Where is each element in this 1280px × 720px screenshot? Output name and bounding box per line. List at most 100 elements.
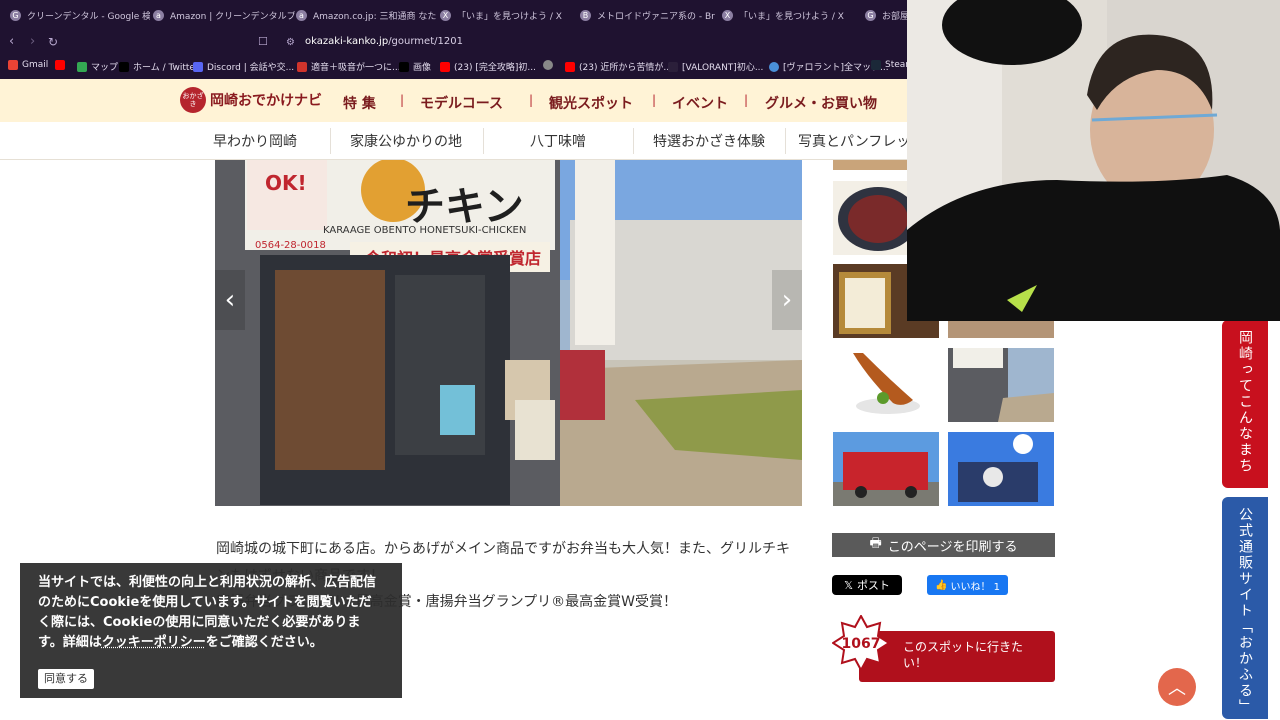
tab-label: クリーンデンタル - Google 検索	[27, 11, 150, 22]
chevron-up-icon: ︿	[1168, 678, 1186, 699]
bookmark-youtube-2[interactable]: (23) [完全攻略]初...	[440, 60, 536, 73]
subnav-separator	[785, 128, 786, 154]
thumbnail-shopfront	[948, 348, 1054, 422]
bookmark-maps[interactable]: マップ	[77, 60, 118, 73]
x-icon	[399, 61, 409, 72]
site-icon	[297, 61, 307, 72]
subnav-separator	[633, 128, 634, 154]
x-post-label: ポスト	[856, 579, 890, 592]
browser-tab[interactable]: X 「いま」を見つけよう / X	[440, 5, 575, 25]
url-path: /gourmet/1201	[388, 36, 463, 47]
browser-tab[interactable]: G クリーンデンタル - Google 検索	[10, 5, 150, 25]
side-tab-label: 岡崎ってこんなまち	[1237, 330, 1253, 474]
side-tab-about-okazaki[interactable]: 岡崎ってこんなまち	[1222, 320, 1268, 488]
thumbnail-food-truck	[833, 432, 939, 506]
back-icon[interactable]: ‹	[9, 34, 14, 50]
subnav-photos[interactable]: 写真とパンフレッ	[798, 131, 910, 151]
bookmark-images[interactable]: 画像	[399, 60, 431, 73]
thumbnail[interactable]	[948, 348, 1054, 422]
discord-icon	[193, 61, 203, 72]
shop-photo-image: OK! チキン KARAAGE OBENTO HONETSUKI-CHICKEN…	[215, 160, 802, 506]
bookmark-globe[interactable]	[543, 60, 557, 70]
bookmark-label: 画像	[413, 63, 432, 73]
thumbnail[interactable]	[833, 348, 939, 422]
gmail-icon	[8, 60, 18, 70]
browser-tab[interactable]: B メトロイドヴァニア系の - Brave Sea	[580, 5, 715, 25]
gnav-separator: |	[400, 93, 405, 107]
webcam-overlay	[907, 0, 1280, 321]
thumbnail[interactable]	[948, 321, 1054, 338]
gnav-model-course[interactable]: モデルコース	[420, 93, 503, 113]
site-logo[interactable]: おかざき 岡崎おでかけナビ	[180, 87, 322, 113]
cookie-policy-link[interactable]: クッキーポリシー	[102, 635, 206, 650]
tab-label: Amazon.co.jp: 三和通商 なた豆	[313, 11, 436, 22]
bookmark-label: (23) 近所から苦情が...	[579, 63, 672, 73]
side-tab-label: 公式通販サイト「おかふる」	[1237, 507, 1253, 715]
tab-label: 「いま」を見つけよう / X	[457, 11, 562, 22]
bookmark-youtube[interactable]	[55, 60, 69, 70]
bookmark-twitter[interactable]: ホーム / Twitter	[119, 60, 199, 73]
subnav-separator	[483, 128, 484, 154]
photo-sign-ok: OK!	[265, 171, 307, 195]
x-icon: X	[440, 9, 451, 21]
bookmark-discord[interactable]: Discord | 会話や交...	[193, 60, 294, 73]
forward-icon[interactable]: ›	[30, 34, 35, 50]
thumbnail-chicken	[833, 348, 939, 422]
browser-tab[interactable]: a Amazon | クリーンデンタルプレミア	[153, 5, 295, 25]
bookmark-icon[interactable]: ☐	[258, 34, 268, 50]
webcam-person-image	[907, 0, 1280, 321]
facebook-like-button[interactable]: 👍 いいね！ 1	[927, 575, 1008, 595]
print-button[interactable]: 🖶 このページを印刷する	[832, 533, 1055, 557]
photo-next-button[interactable]: ›	[772, 270, 802, 330]
subnav-hatcho-miso[interactable]: 八丁味噌	[530, 131, 586, 151]
reload-icon[interactable]: ↻	[48, 34, 58, 50]
shop-photo: OK! チキン KARAAGE OBENTO HONETSUKI-CHICKEN…	[215, 160, 802, 506]
x-icon: X	[722, 9, 733, 21]
tab-label: メトロイドヴァニア系の - Brave Sea	[597, 11, 715, 22]
gnav-features[interactable]: 特 集	[343, 93, 376, 113]
subnav-ieyasu[interactable]: 家康公ゆかりの地	[350, 131, 462, 151]
bookmark-valorant[interactable]: [VALORANT]初心...	[668, 60, 763, 73]
globe-icon	[543, 60, 553, 70]
thumbnail[interactable]	[948, 432, 1054, 506]
thumbs-up-icon: 👍	[935, 579, 948, 591]
url-field[interactable]: okazaki-kanko.jp/gourmet/1201	[305, 36, 463, 47]
gnav-events[interactable]: イベント	[672, 93, 728, 113]
amazon-icon: a	[296, 9, 307, 21]
shop-description-line: 岡崎城の城下町にある店。からあげがメイン商品ですがお弁当も大人気！また、グリルチ…	[216, 541, 790, 557]
thumbnail[interactable]	[833, 432, 939, 506]
bookmark-youtube-3[interactable]: (23) 近所から苦情が...	[565, 60, 672, 73]
site-info-icon[interactable]: ⚙	[286, 35, 295, 51]
browser-tab[interactable]: G お部屋	[865, 5, 910, 25]
bookmark-sound[interactable]: 適音＋吸音が一つに...	[297, 60, 401, 73]
photo-banner-text: KARAAGE OBENTO HONETSUKI-CHICKEN	[323, 225, 526, 236]
steam-icon	[871, 60, 881, 70]
bookmark-label: 適音＋吸音が一つに...	[311, 63, 401, 73]
tab-label: 「いま」を見つけよう / X	[739, 11, 844, 22]
cookie-agree-button[interactable]: 同意する	[38, 669, 94, 689]
bookmark-label: [VALORANT]初心...	[682, 63, 764, 73]
browser-tab[interactable]: X 「いま」を見つけよう / X	[722, 5, 857, 25]
gnav-separator: |	[744, 93, 749, 107]
bookmark-label: (23) [完全攻略]初...	[454, 63, 536, 73]
side-tab-official-shop[interactable]: 公式通販サイト「おかふる」	[1222, 497, 1268, 719]
gnav-separator: |	[529, 93, 534, 107]
print-label: このページを印刷する	[887, 539, 1018, 555]
site-icon	[668, 61, 678, 72]
cookie-text-end: をご確認ください。	[205, 635, 323, 650]
scroll-to-top-button[interactable]: ︿	[1158, 668, 1196, 706]
logo-text: 岡崎おでかけナビ	[210, 93, 322, 109]
subnav-experiences[interactable]: 特選おかざき体験	[653, 131, 765, 151]
youtube-icon	[55, 60, 65, 70]
maps-icon	[77, 61, 87, 72]
youtube-icon	[440, 61, 450, 72]
photo-prev-button[interactable]: ‹	[215, 270, 245, 330]
gnav-gourmet[interactable]: グルメ・お買い物	[765, 93, 877, 113]
tab-label: Amazon | クリーンデンタルプレミア	[170, 11, 295, 22]
cookie-text: 当サイトでは、利便性の向上と利用状況の解析、広告配信のためにCookieを使用し…	[38, 573, 384, 653]
x-post-button[interactable]: 𝕏 ポスト	[832, 575, 902, 595]
browser-tab[interactable]: a Amazon.co.jp: 三和通商 なた豆	[296, 5, 436, 25]
gnav-sightseeing[interactable]: 観光スポット	[549, 93, 633, 113]
bookmark-gmail[interactable]: Gmail	[8, 60, 48, 70]
subnav-quick-guide[interactable]: 早わかり岡崎	[213, 131, 297, 151]
